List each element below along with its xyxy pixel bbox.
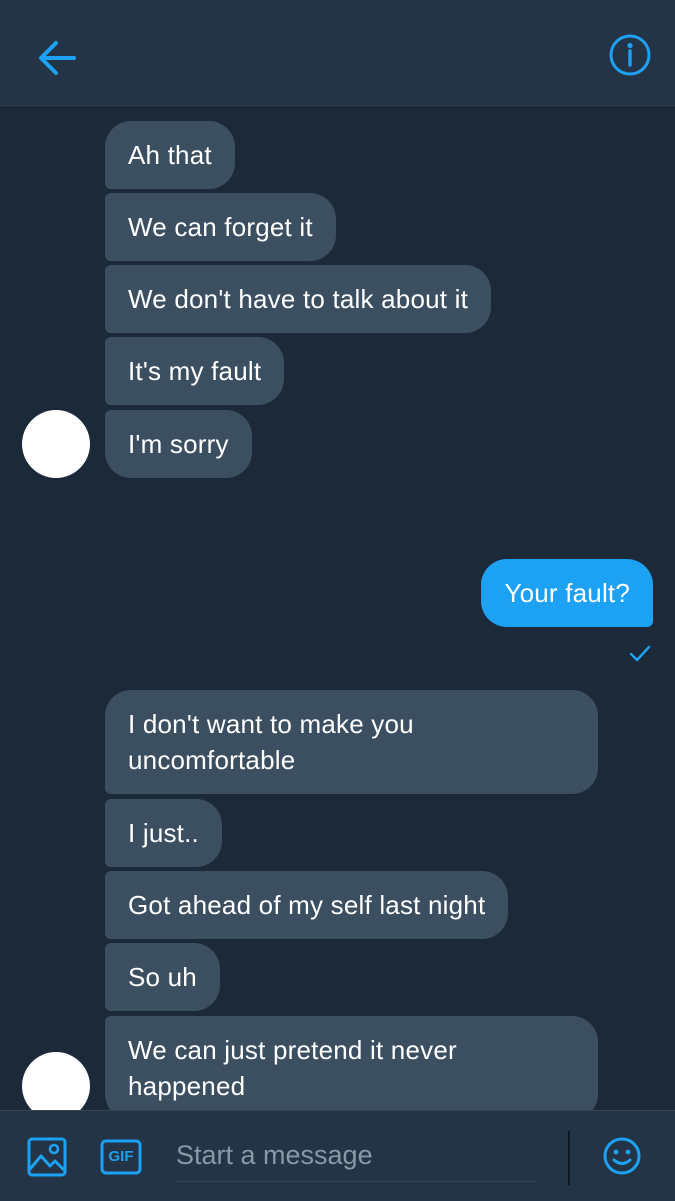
- incoming-message-bubble: Ah that: [105, 121, 235, 189]
- add-media-button[interactable]: [27, 1137, 67, 1177]
- gif-label: GIF: [108, 1148, 134, 1165]
- incoming-message-bubble: I just..: [105, 799, 222, 867]
- info-button[interactable]: [605, 30, 655, 80]
- message-thread[interactable]: Ah that We can forget it We don't have t…: [0, 108, 675, 1110]
- smiley-icon: [603, 1137, 641, 1175]
- message-composer: GIF: [0, 1110, 675, 1201]
- incoming-message-bubble: Got ahead of my self last night: [105, 871, 509, 939]
- info-circle-icon: [609, 34, 651, 76]
- text-caret: [568, 1131, 570, 1185]
- incoming-message-bubble: We don't have to talk about it: [105, 265, 492, 333]
- incoming-message-bubble: We can forget it: [105, 193, 336, 261]
- image-icon: [27, 1137, 67, 1177]
- message-input[interactable]: [176, 1129, 538, 1182]
- sender-avatar[interactable]: [22, 410, 90, 478]
- outgoing-message-bubble: Your fault?: [481, 559, 653, 627]
- incoming-message-bubble: I don't want to make you uncomfortable: [105, 690, 598, 794]
- add-gif-button[interactable]: GIF: [100, 1139, 142, 1175]
- conversation-header: [0, 0, 675, 108]
- incoming-message-bubble: So uh: [105, 943, 220, 1011]
- checkmark-icon: [629, 645, 651, 662]
- incoming-message-bubble: We can just pretend it never happened: [105, 1016, 598, 1110]
- back-button[interactable]: [30, 34, 80, 84]
- emoji-button[interactable]: [602, 1136, 642, 1176]
- sender-avatar[interactable]: [22, 1052, 90, 1110]
- incoming-message-bubble: I'm sorry: [105, 410, 252, 478]
- incoming-message-bubble: It's my fault: [105, 337, 285, 405]
- arrow-left-icon: [39, 41, 76, 75]
